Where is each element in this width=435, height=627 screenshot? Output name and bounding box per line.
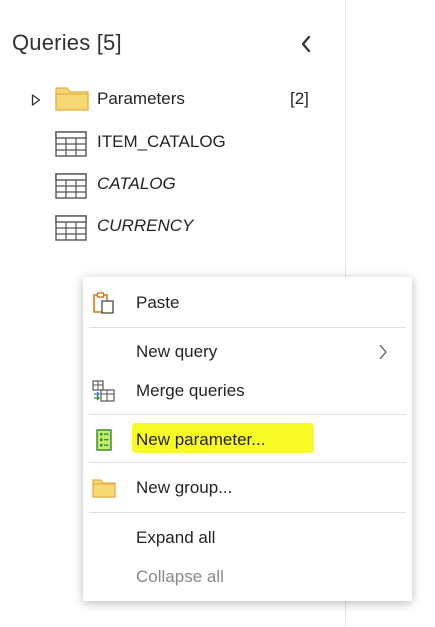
tree-item-label: CURRENCY — [97, 216, 194, 235]
menu-separator — [89, 462, 406, 463]
tree-item-label: ITEM_CATALOG — [97, 132, 226, 151]
folder-icon — [92, 479, 116, 498]
menu-item-label: New parameter... — [136, 430, 266, 449]
collapse-pane-button[interactable] — [293, 30, 319, 58]
chevron-left-icon — [301, 35, 311, 53]
menu-item-label: Collapse all — [136, 567, 224, 586]
tree-folder-label: Parameters — [97, 89, 185, 108]
context-menu: Paste New query Merge queries New parame… — [83, 277, 412, 601]
menu-item-label: Merge queries — [136, 381, 245, 400]
tree-item-item-catalog[interactable]: ITEM_CATALOG — [0, 128, 346, 158]
tree-folder-count: [2] — [290, 89, 309, 108]
menu-item-label: Paste — [136, 293, 180, 312]
menu-item-label: Expand all — [136, 528, 216, 547]
menu-item-label: New query — [136, 342, 218, 361]
menu-separator — [89, 414, 406, 415]
menu-item-label: New group... — [136, 478, 233, 497]
tree-item-catalog[interactable]: CATALOG — [0, 170, 346, 200]
expand-caret-icon[interactable] — [31, 94, 41, 106]
folder-icon — [55, 87, 89, 111]
pane-title: Queries [5] — [12, 30, 122, 55]
tree-item-currency[interactable]: CURRENCY — [0, 212, 346, 242]
menu-item-expand-all[interactable]: Expand all — [83, 520, 412, 556]
menu-separator — [89, 512, 406, 513]
menu-item-new-query[interactable]: New query — [83, 334, 412, 370]
menu-separator — [89, 327, 406, 328]
parameter-icon — [96, 429, 112, 451]
table-icon — [55, 173, 87, 199]
tree-item-label: CATALOG — [97, 174, 176, 193]
menu-item-paste[interactable]: Paste — [83, 285, 412, 321]
table-icon — [55, 215, 87, 241]
chevron-right-icon — [379, 344, 387, 360]
table-icon — [55, 131, 87, 157]
merge-queries-icon — [92, 380, 115, 402]
menu-item-merge-queries[interactable]: Merge queries — [83, 373, 412, 409]
tree-folder-parameters[interactable]: Parameters [2] — [0, 85, 346, 115]
menu-item-collapse-all: Collapse all — [83, 559, 412, 595]
menu-item-new-parameter[interactable]: New parameter... — [83, 422, 412, 458]
clipboard-paste-icon — [93, 292, 114, 314]
menu-item-new-group[interactable]: New group... — [83, 470, 412, 506]
